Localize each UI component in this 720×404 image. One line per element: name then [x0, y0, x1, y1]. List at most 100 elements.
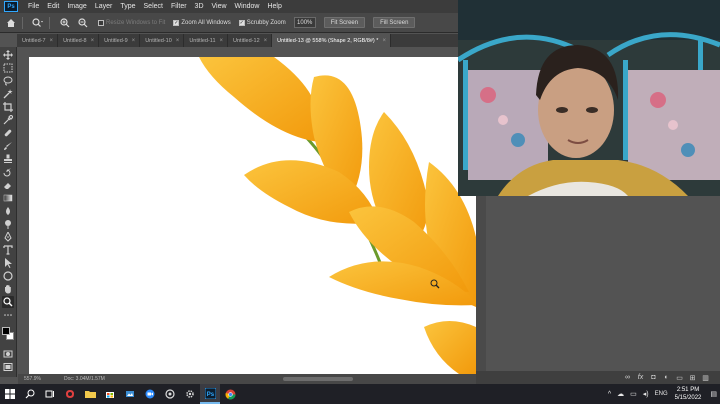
task-view-icon[interactable] — [40, 384, 60, 404]
photos-icon[interactable] — [120, 384, 140, 404]
resize-windows-checkbox[interactable]: Resize Windows to Fit — [98, 19, 165, 26]
eyedropper-icon[interactable] — [2, 114, 14, 126]
layers-panel — [476, 196, 720, 384]
tab-untitled-13[interactable]: Untitled-13 @ 558% (Shape 2, RGB/8#) * × — [272, 34, 391, 47]
menu-3d[interactable]: 3D — [191, 3, 208, 10]
zoom-app-icon[interactable] — [140, 384, 160, 404]
tool-app-icon[interactable] — [160, 384, 180, 404]
hand-tool-icon[interactable] — [2, 283, 14, 295]
menu-window[interactable]: Window — [231, 3, 264, 10]
gradient-tool-icon[interactable] — [2, 192, 14, 204]
menu-view[interactable]: View — [208, 3, 231, 10]
color-swatches[interactable] — [1, 326, 15, 342]
settings-gear-icon[interactable] — [180, 384, 200, 404]
adjustment-layer-icon[interactable]: ◐ — [662, 373, 671, 382]
tab-untitled-8[interactable]: Untitled-8 × — [58, 34, 100, 47]
zoom-tool-preset-icon[interactable] — [31, 16, 45, 30]
eraser-tool-icon[interactable] — [2, 179, 14, 191]
zoom-percent-field[interactable]: 100% — [293, 17, 316, 28]
canvas-area[interactable] — [18, 47, 476, 374]
dodge-tool-icon[interactable] — [2, 218, 14, 230]
checkbox-box — [98, 19, 104, 26]
volume-icon[interactable]: ◂) — [643, 390, 649, 398]
fit-screen-button[interactable]: Fit Screen — [323, 17, 366, 28]
fill-screen-button[interactable]: Fill Screen — [373, 17, 416, 28]
zoom-all-windows-checkbox[interactable]: ✓ Zoom All Windows — [173, 19, 231, 26]
app-red-icon[interactable] — [60, 384, 80, 404]
close-icon[interactable]: × — [50, 38, 54, 44]
cloud-icon[interactable]: ☁ — [617, 390, 624, 398]
close-icon[interactable]: × — [382, 38, 386, 44]
tab-untitled-9[interactable]: Untitled-9 × — [99, 34, 141, 47]
close-icon[interactable]: × — [264, 38, 268, 44]
close-icon[interactable]: × — [132, 38, 136, 44]
store-icon[interactable] — [100, 384, 120, 404]
horizontal-scrollbar[interactable] — [283, 377, 353, 381]
notifications-icon[interactable]: ▤ — [710, 390, 717, 398]
system-tray: ^ ☁ ▭ ◂) ENG 2:51 PM 5/15/2022 ▤ — [605, 384, 720, 404]
move-tool-icon[interactable] — [2, 49, 14, 61]
close-icon[interactable]: × — [176, 38, 180, 44]
photoshop-logo[interactable]: Ps — [4, 1, 18, 12]
status-zoom[interactable]: 557.9% — [24, 376, 54, 382]
checkmark-icon: ✓ — [238, 19, 245, 26]
tab-untitled-11[interactable]: Untitled-11 × — [184, 34, 229, 47]
menu-layer[interactable]: Layer — [91, 3, 117, 10]
close-icon[interactable]: × — [220, 38, 224, 44]
magic-wand-icon[interactable] — [2, 88, 14, 100]
new-group-icon[interactable]: ▭ — [675, 373, 684, 382]
path-selection-icon[interactable] — [2, 257, 14, 269]
zoom-tool-icon[interactable] — [2, 296, 14, 308]
menu-edit[interactable]: Edit — [43, 3, 63, 10]
tab-label: Untitled-7 — [22, 37, 46, 44]
trash-icon[interactable]: ▥ — [701, 373, 710, 382]
home-icon[interactable] — [4, 16, 18, 30]
menu-filter[interactable]: Filter — [167, 3, 191, 10]
tab-label: Untitled-11 — [189, 37, 216, 44]
zoom-out-icon[interactable] — [76, 16, 90, 30]
link-layers-icon[interactable]: ∞ — [623, 373, 632, 382]
network-icon[interactable]: ▭ — [630, 390, 637, 398]
svg-text:Ps: Ps — [206, 392, 214, 398]
clock[interactable]: 2:51 PM 5/15/2022 — [675, 386, 702, 402]
foreground-color[interactable] — [2, 327, 10, 335]
quick-mask-icon[interactable] — [2, 348, 14, 360]
type-tool-icon[interactable] — [2, 244, 14, 256]
status-doc-size[interactable]: Doc: 3.04M/1.57M — [64, 376, 105, 382]
stamp-tool-icon[interactable] — [2, 153, 14, 165]
healing-brush-icon[interactable] — [2, 127, 14, 139]
menu-image[interactable]: Image — [63, 3, 90, 10]
menu-type[interactable]: Type — [116, 3, 139, 10]
tab-untitled-12[interactable]: Untitled-12 × — [228, 34, 273, 47]
document-canvas[interactable] — [29, 57, 476, 374]
more-tools-icon[interactable] — [2, 309, 14, 321]
screen-mode-icon[interactable] — [2, 361, 14, 373]
photoshop-taskbar-icon[interactable]: Ps — [200, 384, 220, 404]
marquee-tool-icon[interactable] — [2, 62, 14, 74]
blur-tool-icon[interactable] — [2, 205, 14, 217]
tab-untitled-7[interactable]: Untitled-7 × — [17, 34, 59, 47]
close-icon[interactable]: × — [91, 38, 95, 44]
windows-start-icon[interactable] — [0, 384, 20, 404]
zoom-in-icon[interactable] — [58, 16, 72, 30]
show-hidden-icons-icon[interactable]: ^ — [608, 391, 611, 398]
tab-untitled-10[interactable]: Untitled-10 × — [140, 34, 185, 47]
menu-file[interactable]: File — [24, 3, 43, 10]
brush-tool-icon[interactable] — [2, 140, 14, 152]
history-brush-icon[interactable] — [2, 166, 14, 178]
fx-icon[interactable]: fx — [636, 373, 645, 382]
chrome-icon[interactable] — [220, 384, 240, 404]
crop-tool-icon[interactable] — [2, 101, 14, 113]
new-layer-icon[interactable]: ⊞ — [688, 373, 697, 382]
pen-tool-icon[interactable] — [2, 231, 14, 243]
language-indicator[interactable]: ENG — [655, 391, 668, 397]
file-explorer-icon[interactable] — [80, 384, 100, 404]
lasso-tool-icon[interactable] — [2, 75, 14, 87]
search-icon[interactable] — [20, 384, 40, 404]
checkmark-icon: ✓ — [173, 19, 180, 26]
menu-help[interactable]: Help — [263, 3, 285, 10]
add-mask-icon[interactable]: ◘ — [649, 373, 658, 382]
ellipse-tool-icon[interactable] — [2, 270, 14, 282]
scrubby-zoom-checkbox[interactable]: ✓ Scrubby Zoom — [238, 19, 286, 26]
menu-select[interactable]: Select — [140, 3, 167, 10]
